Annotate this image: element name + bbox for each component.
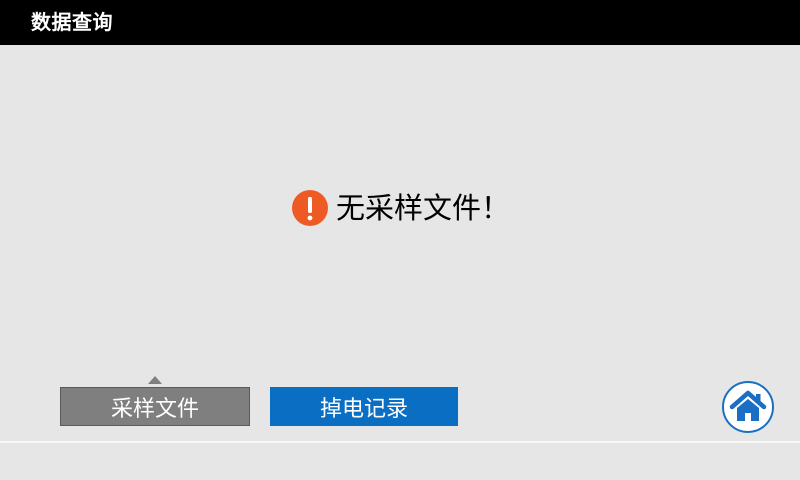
- footer-bar: [0, 443, 800, 480]
- empty-state-message: 无采样文件！: [292, 189, 510, 227]
- home-icon: [729, 390, 767, 421]
- selected-tab-indicator: [148, 376, 162, 384]
- title-bar: 数据查询: [0, 0, 800, 45]
- exclamation-circle-icon: [292, 190, 328, 226]
- empty-state-text: 无采样文件！: [336, 191, 511, 225]
- tab-power-loss-records[interactable]: 掉电记录: [270, 387, 458, 426]
- tab-sample-files[interactable]: 采样文件: [60, 387, 250, 426]
- tab-power-loss-records-label: 掉电记录: [319, 396, 408, 422]
- tab-sample-files-label: 采样文件: [110, 396, 199, 422]
- main-content: 无采样文件！: [0, 45, 800, 441]
- page-title: 数据查询: [31, 10, 113, 34]
- home-button[interactable]: [722, 381, 774, 433]
